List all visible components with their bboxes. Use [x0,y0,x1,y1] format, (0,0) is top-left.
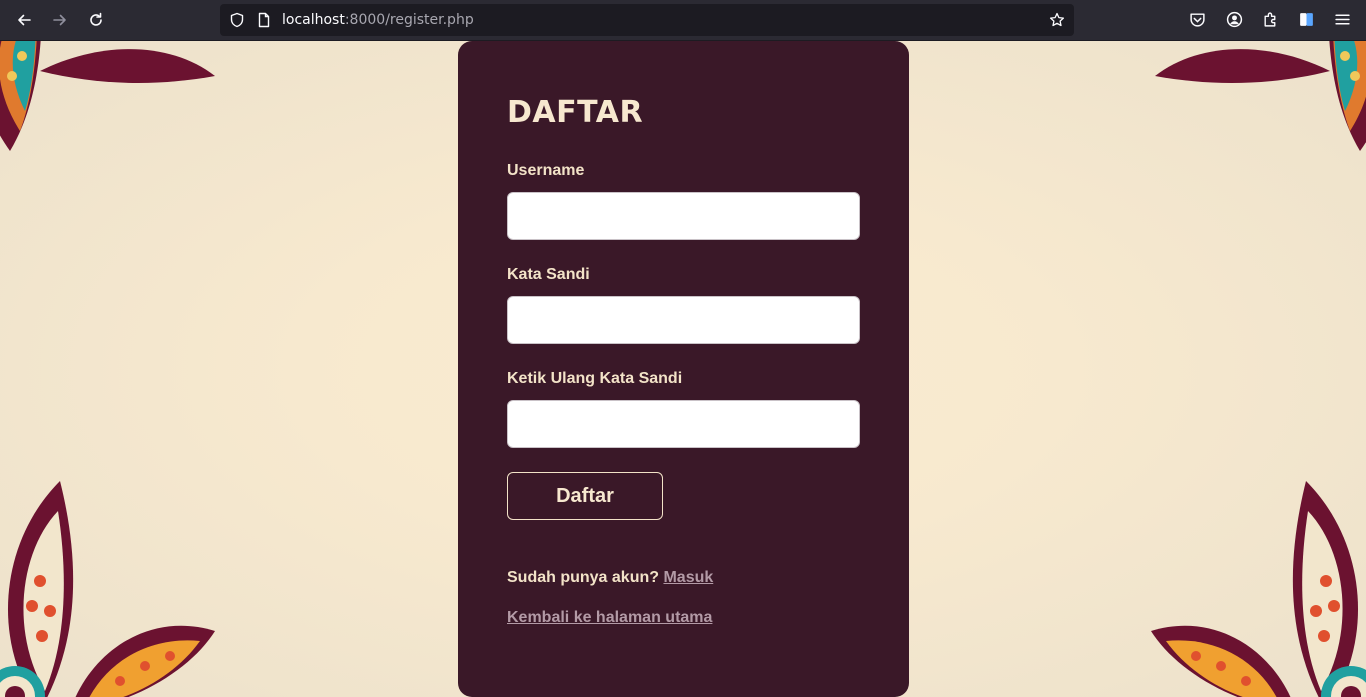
mandala-bottom-right-decoration [1151,481,1366,697]
container-button[interactable] [1297,10,1315,28]
pocket-icon [1189,12,1205,27]
password-field[interactable] [507,296,860,344]
url-host: localhost [282,12,345,28]
account-icon [1226,11,1242,27]
extensions-button[interactable] [1261,10,1279,28]
forward-button[interactable] [48,8,72,32]
url-path: :8000/register.php [344,12,474,28]
reload-icon [90,12,102,26]
url-bar[interactable]: localhost:8000/register.php [220,4,1074,36]
back-home-link[interactable]: Kembali ke halaman utama [507,609,712,627]
container-icon [1299,12,1313,26]
login-link[interactable]: Masuk [663,569,713,586]
username-field[interactable] [507,192,860,240]
url-text[interactable]: localhost:8000/register.php [282,4,474,36]
arrow-left-icon [18,14,31,26]
back-button[interactable] [12,8,36,32]
form-title: DAFTAR [507,95,644,130]
page-icon[interactable] [256,12,272,28]
browser-toolbar: localhost:8000/register.php [0,0,1366,41]
hamburger-menu-icon [1334,13,1350,25]
menu-button[interactable] [1333,10,1351,28]
confirm-password-field[interactable] [507,400,860,448]
pocket-button[interactable] [1188,10,1206,28]
login-prompt-text: Sudah punya akun? [507,569,660,586]
mandala-top-right-decoration [1155,41,1366,151]
page-background: DAFTAR Username Kata Sandi Ketik Ulang K… [0,41,1366,697]
confirm-password-label: Ketik Ulang Kata Sandi [507,370,683,387]
username-label: Username [507,162,585,179]
password-label: Kata Sandi [507,266,590,283]
arrow-right-icon [53,14,66,26]
mandala-bottom-left-decoration [0,481,215,697]
register-card: DAFTAR Username Kata Sandi Ketik Ulang K… [458,41,909,697]
account-button[interactable] [1225,10,1243,28]
star-icon[interactable] [1049,12,1065,28]
login-prompt: Sudah punya akun? Masuk [507,569,713,587]
puzzle-icon [1263,12,1275,27]
mandala-top-left-decoration [0,41,215,151]
shield-icon[interactable] [229,12,245,28]
reload-button[interactable] [84,8,108,32]
register-button[interactable]: Daftar [507,472,663,520]
